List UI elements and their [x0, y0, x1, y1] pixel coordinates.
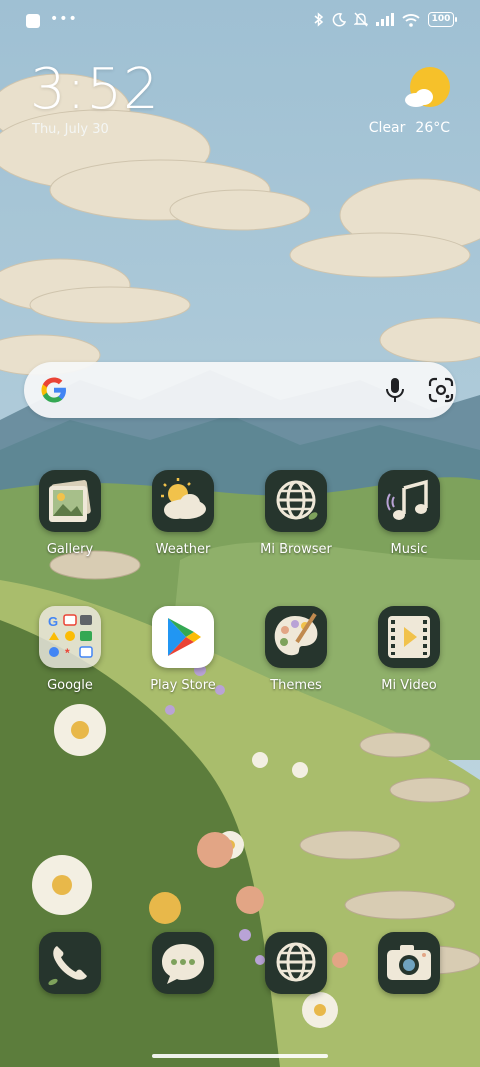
app-weather[interactable]: Weather: [133, 470, 233, 570]
google-search-bar[interactable]: [24, 362, 456, 418]
status-bar: ••• 100: [0, 0, 480, 44]
app-mi-browser[interactable]: Mi Browser: [246, 470, 346, 570]
camera-icon: [378, 932, 440, 994]
globe-icon: [265, 470, 327, 532]
app-label: Play Store: [150, 678, 216, 693]
dock-browser[interactable]: [246, 932, 346, 1032]
do-not-disturb-moon-icon: [332, 12, 346, 26]
palette-icon: [265, 606, 327, 668]
app-gallery[interactable]: Gallery: [20, 470, 120, 570]
music-note-icon: [378, 470, 440, 532]
app-label: Mi Video: [381, 678, 437, 693]
battery-indicator: 100: [428, 12, 457, 27]
app-label: Google: [47, 678, 93, 693]
notification-square-icon: [26, 14, 40, 28]
phone-icon: [39, 932, 101, 994]
dock-camera[interactable]: [359, 932, 459, 1032]
google-folder-icon: G *: [39, 606, 101, 668]
svg-text:G: G: [48, 614, 58, 629]
wifi-icon: [402, 13, 420, 27]
app-label: Themes: [270, 678, 322, 693]
dock-phone[interactable]: [20, 932, 120, 1032]
bell-muted-icon: [354, 12, 368, 27]
voice-search-mic-icon[interactable]: [382, 376, 408, 404]
message-bubble-icon: [152, 932, 214, 994]
weather-widget[interactable]: Clear 26°C: [369, 120, 450, 136]
dock-messaging[interactable]: [133, 932, 233, 1032]
app-label: Weather: [155, 542, 211, 557]
date-text: Thu, July 30: [32, 122, 109, 137]
weather-icon: [152, 470, 214, 532]
app-google-folder[interactable]: G * Google: [20, 606, 120, 706]
sun-cloud-icon[interactable]: [402, 66, 452, 112]
app-music[interactable]: Music: [359, 470, 459, 570]
app-themes[interactable]: Themes: [246, 606, 346, 706]
globe-icon: [265, 932, 327, 994]
more-notifications-icon: •••: [50, 11, 78, 27]
weather-condition: Clear: [368, 120, 406, 136]
app-label: Music: [390, 542, 428, 557]
clock-widget[interactable]: 3:52: [30, 58, 160, 122]
app-label: Mi Browser: [260, 542, 332, 557]
app-label: Gallery: [46, 542, 94, 557]
bluetooth-icon: [314, 12, 324, 27]
film-play-icon: [378, 606, 440, 668]
signal-strength-icon: [376, 13, 394, 26]
home-gesture-bar[interactable]: [152, 1054, 328, 1058]
app-mi-video[interactable]: Mi Video: [359, 606, 459, 706]
play-store-icon: [152, 606, 214, 668]
gallery-icon: [39, 470, 101, 532]
svg-text:*: *: [65, 646, 70, 660]
search-input[interactable]: [82, 374, 362, 406]
app-play-store[interactable]: Play Store: [133, 606, 233, 706]
google-lens-icon[interactable]: [428, 377, 454, 403]
google-g-logo-icon: [41, 377, 66, 403]
weather-temperature: 26°C: [415, 120, 450, 136]
